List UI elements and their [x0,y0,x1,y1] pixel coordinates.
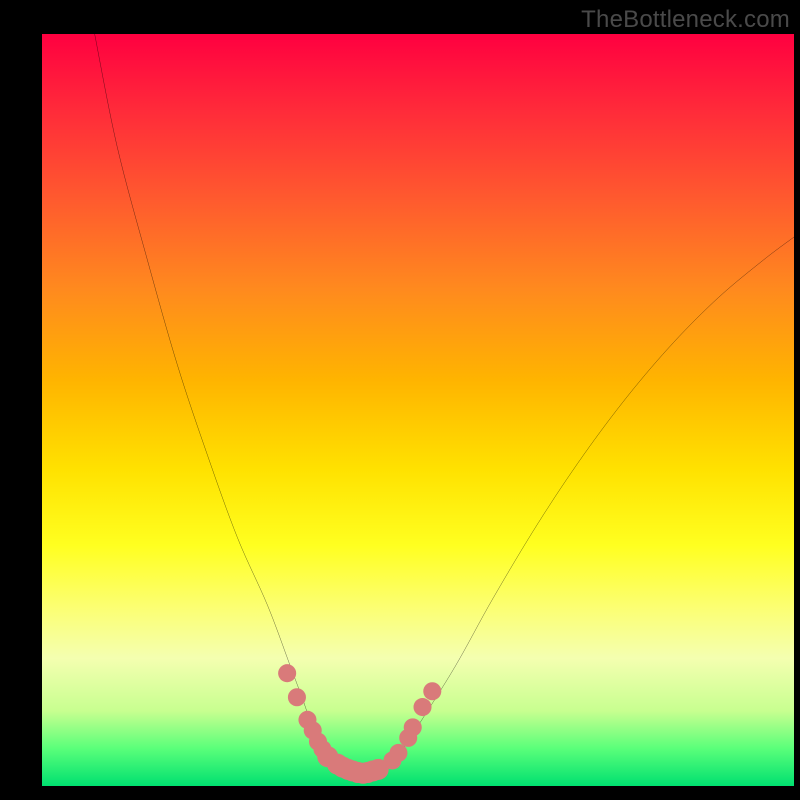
bottleneck-curve [95,34,794,772]
curve-marker [413,698,431,716]
curve-marker [404,718,422,736]
curve-svg [42,34,794,786]
curve-marker [278,664,296,682]
curve-marker [389,744,407,762]
curve-marker [288,688,306,706]
curve-marker [423,682,441,700]
chart-container: TheBottleneck.com [0,0,800,800]
watermark-text: TheBottleneck.com [581,6,790,34]
curve-markers [278,664,441,784]
